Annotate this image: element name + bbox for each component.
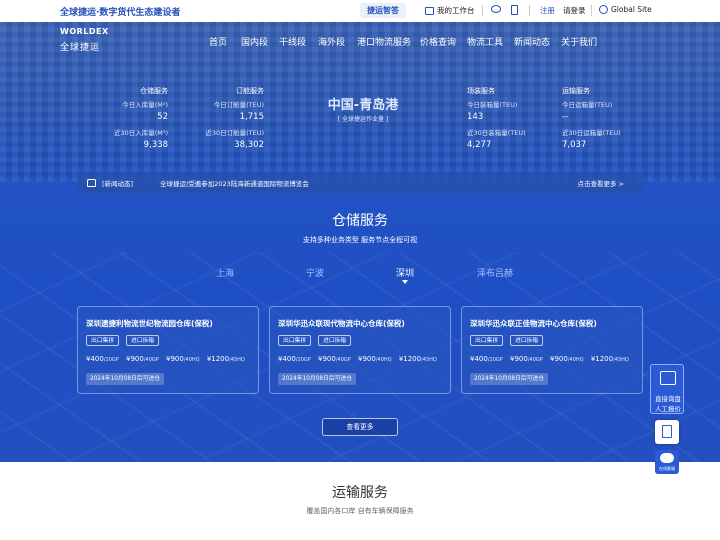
warehouse-section-subtitle: 支持多种业务类型 服务节点全程可视 xyxy=(302,236,418,244)
city-tab-ningbo[interactable]: 宁波 xyxy=(306,266,324,279)
card-date: 2024年10月08日后可进仓 xyxy=(278,373,357,385)
card-tag: 进口拆箱 xyxy=(510,335,544,346)
card-tag: 出口集拼 xyxy=(278,335,312,346)
stat-label: 近30日装箱量(TEU) xyxy=(467,129,526,137)
nav-price-query[interactable]: 价格查询 xyxy=(420,35,456,48)
card-tag: 进口拆箱 xyxy=(126,335,160,346)
divider xyxy=(529,5,530,16)
card-tag: 出口集拼 xyxy=(86,335,120,346)
stat-value: 7,037 xyxy=(562,140,587,150)
chat-bubble-icon xyxy=(660,453,674,463)
card-prices: ¥400/20GP ¥900/40GP ¥900/40HQ ¥1200/45HQ xyxy=(470,355,629,363)
news-headline[interactable]: 全球捷运|受邀参加2023陆海新通道国际物流博览会 xyxy=(160,178,309,188)
zhida-logo[interactable]: 捷运智答 xyxy=(360,3,406,18)
port-title: 中国-青岛港 xyxy=(327,98,399,113)
nav-about[interactable]: 关于我们 xyxy=(561,35,597,48)
port-subtitle: [ 全球捷运作业量 ] xyxy=(337,116,389,123)
stat-label: 今日订舱量(TEU) xyxy=(213,101,264,109)
card-tag: 出口集拼 xyxy=(470,335,504,346)
chat-label: 在线客服 xyxy=(659,466,675,471)
stat-value: 143 xyxy=(467,112,484,122)
quote-widget[interactable]: 直接询盘 人工报价 xyxy=(650,364,684,414)
city-tab-shenzhen[interactable]: 深圳 xyxy=(396,266,414,279)
card-title: 深圳华迅众联正佳物流中心仓库(保税) xyxy=(470,319,597,328)
quote-line2: 人工报价 xyxy=(655,405,681,413)
nav-port-logistics[interactable]: 港口物流服务 xyxy=(357,35,411,48)
transport-section-subtitle: 覆盖国内各口岸 自有车辆保障服务 xyxy=(306,507,414,515)
nav-overseas[interactable]: 海外段 xyxy=(318,35,345,48)
stat-transport: 运输服务 今日运箱量(TEU) -- 近30日运箱量(TEU) 7,037 xyxy=(562,86,642,150)
stat-warehouse: 仓储服务 今日入库量(M³) 52 近30日入库量(M³) 9,338 xyxy=(100,86,168,150)
divider xyxy=(591,5,592,16)
card-title: 深圳华迅众联现代物流中心仓库(保税) xyxy=(278,319,405,328)
card-tag: 进口拆箱 xyxy=(318,335,352,346)
megaphone-icon xyxy=(87,179,96,187)
workbench-link[interactable]: 我的工作台 xyxy=(425,5,475,16)
nav-tools[interactable]: 物流工具 xyxy=(467,35,503,48)
stat-value: 1,715 xyxy=(239,112,264,122)
logo-mark: WORLDEX xyxy=(60,27,109,36)
news-more-link[interactable]: 点击查看更多 > xyxy=(577,178,624,188)
news-bar[interactable]: [新闻动态] 全球捷运|受邀参加2023陆海新通道国际物流博览会 点击查看更多 … xyxy=(78,172,642,194)
view-more-button[interactable]: 查看更多 xyxy=(322,418,398,436)
document-icon xyxy=(662,425,672,438)
stat-orders: 订舱服务 今日订舱量(TEU) 1,715 近30日订舱量(TEU) 38,30… xyxy=(196,86,264,150)
login-link[interactable]: 请登录 xyxy=(563,5,586,16)
stat-title: 仓储服务 xyxy=(140,87,168,95)
global-site-label: Global Site xyxy=(611,5,652,14)
active-tab-caret-icon xyxy=(402,280,408,284)
eye-icon[interactable] xyxy=(491,5,501,13)
workbench-label: 我的工作台 xyxy=(437,6,475,15)
stat-title: 场装服务 xyxy=(467,87,495,95)
price-chart-icon xyxy=(660,371,676,385)
news-tag: [新闻动态] xyxy=(102,180,134,188)
divider xyxy=(482,5,483,16)
city-tab-zeebrugge[interactable]: 泽布吕赫 xyxy=(477,266,513,279)
stat-title: 运输服务 xyxy=(562,87,590,95)
city-tab-shanghai[interactable]: 上海 xyxy=(216,266,234,279)
nav-news[interactable]: 新闻动态 xyxy=(514,35,550,48)
site-logo[interactable]: WORLDEX 全球捷运 xyxy=(60,27,109,57)
global-site-link[interactable]: Global Site xyxy=(599,5,652,14)
stat-label: 近30日运箱量(TEU) xyxy=(562,129,621,137)
nav-trunk[interactable]: 干线段 xyxy=(279,35,306,48)
card-date: 2024年10月08日后可进仓 xyxy=(470,373,549,385)
top-bar: 全球捷运·数字货代生态建设者 捷运智答 我的工作台 注册 请登录 Global … xyxy=(0,0,720,22)
card-prices: ¥400/20GP ¥900/40GP ¥900/40HQ ¥1200/45HQ xyxy=(278,355,437,363)
warehouse-section-title: 仓储服务 xyxy=(332,213,388,229)
transport-section-title: 运输服务 xyxy=(332,485,388,501)
card-prices: ¥400/20GP ¥900/40GP ¥900/40HQ ¥1200/45HQ xyxy=(86,355,245,363)
stat-label: 近30日入库量(M³) xyxy=(113,129,168,137)
stat-value: -- xyxy=(562,112,569,122)
phone-icon[interactable] xyxy=(511,5,518,15)
stat-value: 52 xyxy=(157,112,168,122)
warehouse-card[interactable]: 深圳遗捷利物流世纪物流园仓库(保税) 出口集拼 进口拆箱 ¥400/20GP ¥… xyxy=(77,306,259,394)
register-link[interactable]: 注册 xyxy=(540,5,555,16)
warehouse-card[interactable]: 深圳华迅众联现代物流中心仓库(保税) 出口集拼 进口拆箱 ¥400/20GP ¥… xyxy=(269,306,451,394)
monitor-icon xyxy=(425,6,434,15)
stat-label: 今日运箱量(TEU) xyxy=(562,101,613,109)
quote-line1: 直接询盘 xyxy=(655,395,681,403)
stat-value: 4,277 xyxy=(467,140,492,150)
nav-domestic[interactable]: 国内段 xyxy=(241,35,268,48)
stat-yard: 场装服务 今日装箱量(TEU) 143 近30日装箱量(TEU) 4,277 xyxy=(467,86,547,150)
chat-widget[interactable]: 在线客服 xyxy=(655,450,679,474)
globe-icon xyxy=(599,5,608,14)
stat-label: 今日入库量(M³) xyxy=(122,101,168,109)
card-date: 2024年10月08日后可进仓 xyxy=(86,373,165,385)
stat-label: 近30日订舱量(TEU) xyxy=(205,129,264,137)
stat-title: 订舱服务 xyxy=(236,87,264,95)
warehouse-card[interactable]: 深圳华迅众联正佳物流中心仓库(保税) 出口集拼 进口拆箱 ¥400/20GP ¥… xyxy=(461,306,643,394)
nav-home[interactable]: 首页 xyxy=(209,35,227,48)
logo-cn: 全球捷运 xyxy=(60,43,101,53)
hero-banner: WORLDEX 全球捷运 首页 国内段 干线段 海外段 港口物流服务 价格查询 … xyxy=(0,22,720,462)
stat-label: 今日装箱量(TEU) xyxy=(467,101,518,109)
stat-value: 38,302 xyxy=(234,140,264,150)
site-slogan: 全球捷运·数字货代生态建设者 xyxy=(60,8,181,18)
document-widget[interactable] xyxy=(655,420,679,444)
card-title: 深圳遗捷利物流世纪物流园仓库(保税) xyxy=(86,319,213,328)
stat-value: 9,338 xyxy=(143,140,168,150)
